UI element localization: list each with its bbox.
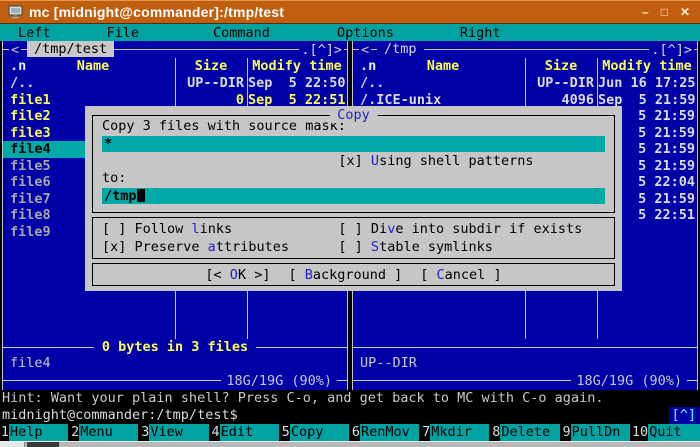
panel-arrow-icon: < bbox=[359, 42, 371, 58]
copy-dialog-main-frame: Copy Copy 3 files with source mask: * [x… bbox=[92, 115, 615, 213]
dive-into-subdir-checkbox[interactable]: [ ] Dive into subdir if exists bbox=[338, 220, 605, 238]
maximize-button[interactable]: □ bbox=[661, 5, 668, 19]
menu-command[interactable]: Command bbox=[211, 25, 272, 41]
mc-window: mc [midnight@commander]:/tmp/test – □ ✕ … bbox=[0, 0, 700, 447]
disk-usage: 18G/19G (90%) bbox=[221, 373, 337, 389]
right-mini-status: UP--DIR bbox=[353, 355, 697, 371]
copy-dialog: Copy Copy 3 files with source mask: * [x… bbox=[85, 106, 622, 291]
left-mini-status: file4 bbox=[3, 355, 347, 371]
left-panel-path[interactable]: /tmp/test bbox=[27, 41, 114, 57]
fkey-pulldn[interactable]: 9PullDn bbox=[562, 424, 630, 441]
file-row[interactable]: /.. UP--DIR Sep 5 22:50 bbox=[3, 75, 347, 92]
shell-prompt: midnight@commander:/tmp/test$ bbox=[2, 407, 238, 423]
panel-updir-icon[interactable]: .[^]> bbox=[299, 42, 344, 58]
menu-file[interactable]: File bbox=[105, 25, 142, 41]
file-row[interactable]: /.. UP--DIR Jun 16 17:25 bbox=[353, 75, 697, 92]
dialog-buttons-frame: [< OK >] [ Background ] [ Cancel ] bbox=[92, 263, 615, 286]
right-panel-titlebar: < /tmp .[^]> bbox=[353, 41, 697, 58]
disk-usage: 18G/19G (90%) bbox=[571, 373, 687, 389]
left-panel-titlebar: < /tmp/test .[^]> bbox=[3, 41, 347, 58]
panel-area: < /tmp/test .[^]> .n Name Size Modify ti… bbox=[0, 41, 700, 390]
tagged-summary: 0 bytes in 3 files bbox=[94, 339, 256, 355]
fkey-view[interactable]: 3View bbox=[140, 424, 208, 441]
hint-line: Hint: Want your plain shell? Press C-o, … bbox=[0, 390, 700, 407]
terminal-screen: Left File Command Options Right < /tmp/t… bbox=[0, 24, 700, 447]
right-panel-bottom: 18G/19G (90%) bbox=[353, 371, 697, 390]
text-cursor bbox=[137, 189, 145, 202]
fkey-renmov[interactable]: 6RenMov bbox=[351, 424, 419, 441]
panel-updir-icon[interactable]: .[^]> bbox=[649, 42, 694, 58]
fkey-edit[interactable]: 4Edit bbox=[211, 424, 279, 441]
titlebar: mc [midnight@commander]:/tmp/test – □ ✕ bbox=[0, 0, 700, 24]
scroll-up-indicator[interactable]: [^] bbox=[669, 407, 699, 424]
menubar: Left File Command Options Right bbox=[0, 24, 700, 41]
terminal-app-icon bbox=[8, 5, 23, 19]
fkey-copy[interactable]: 5Copy bbox=[281, 424, 349, 441]
column-size[interactable]: Size bbox=[175, 58, 247, 74]
panel-separator bbox=[353, 339, 697, 355]
scrollbar-cap bbox=[0, 442, 25, 447]
panel-arrow-icon: < bbox=[9, 42, 21, 58]
cancel-button[interactable]: [ Cancel ] bbox=[420, 267, 501, 283]
tagged-summary-separator: 0 bytes in 3 files bbox=[3, 339, 347, 355]
background-button[interactable]: [ Background ] bbox=[288, 267, 402, 283]
fkey-menu[interactable]: 2Menu bbox=[70, 424, 138, 441]
column-mtime[interactable]: Modify time bbox=[247, 58, 347, 74]
command-line[interactable]: midnight@commander:/tmp/test$ [^] bbox=[0, 407, 700, 424]
copy-options-frame: [ ] Follow links [ ] Dive into subdir if… bbox=[92, 217, 615, 259]
source-mask-input[interactable]: * bbox=[102, 136, 605, 152]
to-label: to: bbox=[102, 170, 605, 187]
function-key-bar: 1Help 2Menu 3View 4Edit 5Copy 6RenMov 7M… bbox=[0, 424, 700, 441]
close-button[interactable]: ✕ bbox=[680, 5, 690, 19]
right-panel-path[interactable]: /tmp bbox=[377, 41, 424, 57]
column-mtime[interactable]: Modify time bbox=[597, 58, 697, 74]
menu-options[interactable]: Options bbox=[335, 25, 396, 41]
column-name[interactable]: Name bbox=[363, 58, 523, 74]
minimize-button[interactable]: – bbox=[642, 5, 649, 19]
fkey-quit[interactable]: 10Quit bbox=[632, 424, 700, 441]
fkey-help[interactable]: 1Help bbox=[0, 424, 68, 441]
scrollbar[interactable] bbox=[0, 441, 700, 447]
follow-links-checkbox[interactable]: [ ] Follow links bbox=[102, 220, 338, 238]
destination-input[interactable]: /tmp bbox=[102, 188, 605, 204]
stable-symlinks-checkbox[interactable]: [ ] Stable symlinks bbox=[338, 238, 605, 256]
shell-patterns-checkbox[interactable]: [x] Using shell patterns bbox=[102, 153, 605, 170]
scrollbar-thumb[interactable] bbox=[27, 442, 59, 447]
menu-right[interactable]: Right bbox=[458, 25, 503, 41]
window-title: mc [midnight@commander]:/tmp/test bbox=[29, 4, 284, 20]
fkey-delete[interactable]: 8Delete bbox=[491, 424, 559, 441]
menu-left[interactable]: Left bbox=[16, 25, 53, 41]
ok-button[interactable]: [< OK >] bbox=[205, 267, 270, 283]
fkey-mkdir[interactable]: 7Mkdir bbox=[421, 424, 489, 441]
column-size[interactable]: Size bbox=[525, 58, 597, 74]
left-panel-bottom: 18G/19G (90%) bbox=[3, 371, 347, 390]
column-name[interactable]: Name bbox=[13, 58, 173, 74]
dialog-title: Copy bbox=[329, 107, 378, 123]
preserve-attributes-checkbox[interactable]: [x] Preserve attributes bbox=[102, 238, 338, 256]
